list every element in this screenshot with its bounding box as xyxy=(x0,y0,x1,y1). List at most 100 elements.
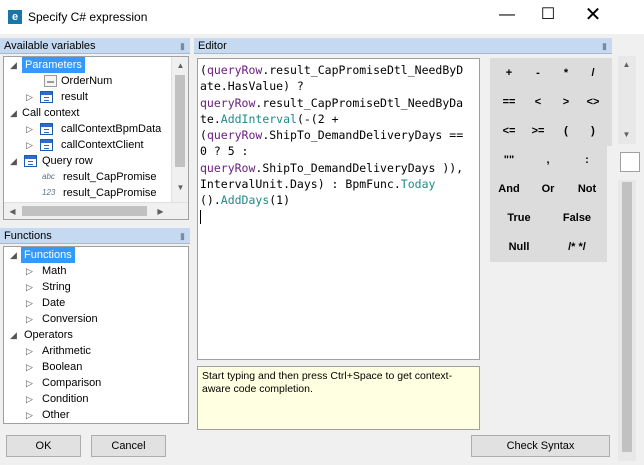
tree-item-result-cappromise-string[interactable]: result_CapPromise xyxy=(63,169,157,185)
vertical-scrollbar[interactable] xyxy=(618,180,636,461)
scroll-thumb[interactable] xyxy=(175,75,185,167)
code-line: IntervalUnit.Days) : BpmFunc.Today xyxy=(200,177,436,192)
title-bar: e Specify C# expression — ☐ ✕ xyxy=(0,0,644,34)
code-line: (queryRow.ShipTo_DemandDeliveryDays == xyxy=(200,128,464,143)
code-line: ate.HasValue) ? xyxy=(200,79,304,94)
string-type-tag: abc xyxy=(42,172,55,181)
expand-icon[interactable]: ▷ xyxy=(26,391,33,407)
functions-tree[interactable]: ◢ Functions ▷ Math ▷ String ▷ Date ▷ Con… xyxy=(3,246,189,424)
tree-item-string[interactable]: String xyxy=(42,279,71,295)
scroll-up-icon[interactable]: ▲ xyxy=(172,57,188,74)
scroll-left-icon[interactable]: ◀ xyxy=(4,203,21,219)
op-not-equal-button[interactable]: <> xyxy=(574,87,612,117)
op-false-button[interactable]: False xyxy=(548,203,606,233)
maximize-button[interactable]: ☐ xyxy=(525,0,571,32)
op-or-button[interactable]: Or xyxy=(529,174,567,204)
field-icon xyxy=(44,75,57,87)
tree-item-operators[interactable]: Operators xyxy=(24,327,73,343)
table-icon xyxy=(24,155,37,167)
tree-item-query-row[interactable]: Query row xyxy=(42,153,93,169)
scroll-right-icon[interactable]: ▶ xyxy=(152,203,169,219)
app-icon: e xyxy=(8,10,22,24)
tree-item-comparison[interactable]: Comparison xyxy=(42,375,101,391)
code-line: ().AddDays(1) xyxy=(200,193,291,208)
code-editor[interactable]: (queryRow.result_CapPromiseDtl_NeedByD a… xyxy=(197,58,480,360)
scroll-thumb[interactable] xyxy=(622,182,632,452)
pin-icon[interactable]: ▮ xyxy=(602,38,607,54)
tree-item-result-cappromise-number[interactable]: result_CapPromise xyxy=(63,185,157,201)
expand-icon[interactable]: ▷ xyxy=(26,407,33,423)
op-divide-button[interactable]: / xyxy=(574,58,612,88)
editor-panel-header: Editor ▮ xyxy=(194,38,612,54)
tree-item-callcontextbpmdata[interactable]: callContextBpmData xyxy=(61,121,161,137)
ok-button[interactable]: OK xyxy=(6,435,81,457)
functions-panel-header: Functions ▮ xyxy=(0,228,190,244)
expand-icon[interactable]: ▷ xyxy=(26,89,33,105)
variables-tree[interactable]: ◢ Parameters OrderNum ▷ result ◢ Call co… xyxy=(3,56,189,220)
expand-icon[interactable]: ▷ xyxy=(26,375,33,391)
code-line: 0 ? 5 : xyxy=(200,144,249,159)
functions-panel-title: Functions xyxy=(4,230,52,242)
tree-item-other[interactable]: Other xyxy=(42,407,70,423)
cancel-button[interactable]: Cancel xyxy=(91,435,166,457)
expand-icon[interactable]: ▷ xyxy=(26,359,33,375)
tree-item-conversion[interactable]: Conversion xyxy=(42,311,98,327)
editor-panel-title: Editor xyxy=(198,40,227,52)
tree-item-date[interactable]: Date xyxy=(42,295,65,311)
scroll-down-icon[interactable]: ▼ xyxy=(172,179,188,196)
expand-icon[interactable]: ▷ xyxy=(26,263,33,279)
operator-panel: + - * / == < > <> <= >= ( ) "" , : And O… xyxy=(490,58,612,262)
tree-item-boolean[interactable]: Boolean xyxy=(42,359,82,375)
op-comment-button[interactable]: /* */ xyxy=(548,232,606,262)
op-null-button[interactable]: Null xyxy=(490,232,548,262)
op-close-paren-button[interactable]: ) xyxy=(574,116,612,146)
collapse-icon[interactable]: ◢ xyxy=(10,153,17,169)
expand-icon[interactable]: ▷ xyxy=(26,343,33,359)
op-true-button[interactable]: True xyxy=(490,203,548,233)
tree-item-math[interactable]: Math xyxy=(42,263,66,279)
close-button[interactable]: ✕ xyxy=(570,0,616,32)
expand-icon[interactable]: ▷ xyxy=(26,311,33,327)
tree-item-arithmetic[interactable]: Arithmetic xyxy=(42,343,91,359)
pin-icon[interactable]: ▮ xyxy=(180,228,185,244)
horizontal-scrollbar[interactable]: ◀ ▶ xyxy=(4,202,188,219)
expand-icon[interactable]: ▷ xyxy=(26,295,33,311)
table-icon xyxy=(40,139,53,151)
tree-item-condition[interactable]: Condition xyxy=(42,391,88,407)
scroll-thumb[interactable] xyxy=(22,206,147,216)
op-colon-button[interactable]: : xyxy=(568,145,606,175)
expand-icon[interactable]: ▷ xyxy=(26,121,33,137)
collapse-icon[interactable]: ◢ xyxy=(10,327,17,343)
background-input[interactable] xyxy=(620,152,640,172)
scroll-down-icon[interactable]: ▼ xyxy=(618,126,635,143)
variables-panel-header: Available variables ▮ xyxy=(0,38,190,54)
tree-item-functions[interactable]: Functions xyxy=(21,247,75,263)
expand-icon[interactable]: ▷ xyxy=(26,137,33,153)
tree-item-ordernum[interactable]: OrderNum xyxy=(61,73,112,89)
scroll-up-icon[interactable]: ▲ xyxy=(618,56,635,73)
collapse-icon[interactable]: ◢ xyxy=(10,247,17,263)
op-not-button[interactable]: Not xyxy=(568,174,606,204)
check-syntax-button[interactable]: Check Syntax xyxy=(471,435,610,457)
tree-item-parameters[interactable]: Parameters xyxy=(22,57,85,73)
vertical-scrollbar[interactable]: ▲ ▼ xyxy=(171,57,188,202)
window-title: Specify C# expression xyxy=(28,10,148,24)
text-caret xyxy=(200,209,477,225)
op-comma-button[interactable]: , xyxy=(529,145,567,175)
vertical-scrollbar[interactable]: ▲ ▼ xyxy=(618,56,636,144)
tree-item-callcontextclient[interactable]: callContextClient xyxy=(61,137,144,153)
op-and-button[interactable]: And xyxy=(490,174,528,204)
op-quotes-button[interactable]: "" xyxy=(490,145,528,175)
collapse-icon[interactable]: ◢ xyxy=(10,57,17,73)
number-type-tag: 123 xyxy=(42,188,56,197)
pin-icon[interactable]: ▮ xyxy=(180,38,185,54)
minimize-button[interactable]: — xyxy=(484,0,530,32)
code-line: (queryRow.result_CapPromiseDtl_NeedByD xyxy=(200,63,464,77)
code-completion-hint: Start typing and then press Ctrl+Space t… xyxy=(197,366,480,430)
variables-panel-title: Available variables xyxy=(4,40,96,52)
collapse-icon[interactable]: ◢ xyxy=(10,105,17,121)
tree-item-call-context[interactable]: Call context xyxy=(22,105,79,121)
expand-icon[interactable]: ▷ xyxy=(26,279,33,295)
code-line: queryRow.ShipTo_DemandDeliveryDays )), xyxy=(200,160,464,175)
tree-item-result[interactable]: result xyxy=(61,89,88,105)
